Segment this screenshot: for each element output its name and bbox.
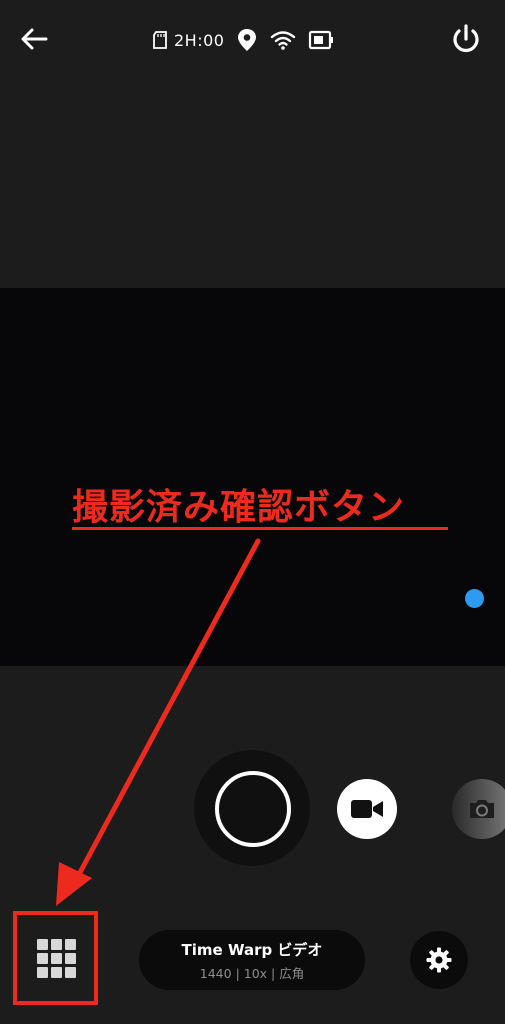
video-mode-button[interactable] [337,779,397,839]
annotation-arrowhead [56,862,92,906]
gear-icon [426,947,452,973]
back-button[interactable] [16,22,52,58]
annotation-underline [72,527,448,530]
status-bar: 2H:00 [152,26,336,54]
shutter-button[interactable] [194,750,310,866]
mode-details: 1440 | 10x | 広角 [199,966,305,981]
annotation-label: 撮影済み確認ボタン [72,487,406,528]
annotation-highlight-box [13,911,98,1005]
video-camera-icon [351,800,383,818]
wifi-icon [271,31,296,50]
location-pin-icon [238,29,257,51]
sd-card-icon [153,31,167,49]
mode-title: Time Warp ビデオ [181,941,323,959]
remaining-time: 2H:00 [174,30,225,50]
camera-icon [470,800,494,818]
back-arrow-icon [21,28,48,50]
battery-icon [309,30,334,50]
sd-remaining: 2H:00 [152,31,224,50]
settings-button[interactable] [410,931,468,989]
photo-mode-button[interactable] [452,779,505,839]
camera-preview[interactable] [0,288,505,666]
focus-indicator-dot [465,589,484,608]
capture-mode-selector[interactable]: Time Warp ビデオ 1440 | 10x | 広角 [139,930,365,990]
power-button[interactable] [448,22,484,58]
shutter-inner-ring [215,771,291,847]
power-icon [453,24,479,53]
